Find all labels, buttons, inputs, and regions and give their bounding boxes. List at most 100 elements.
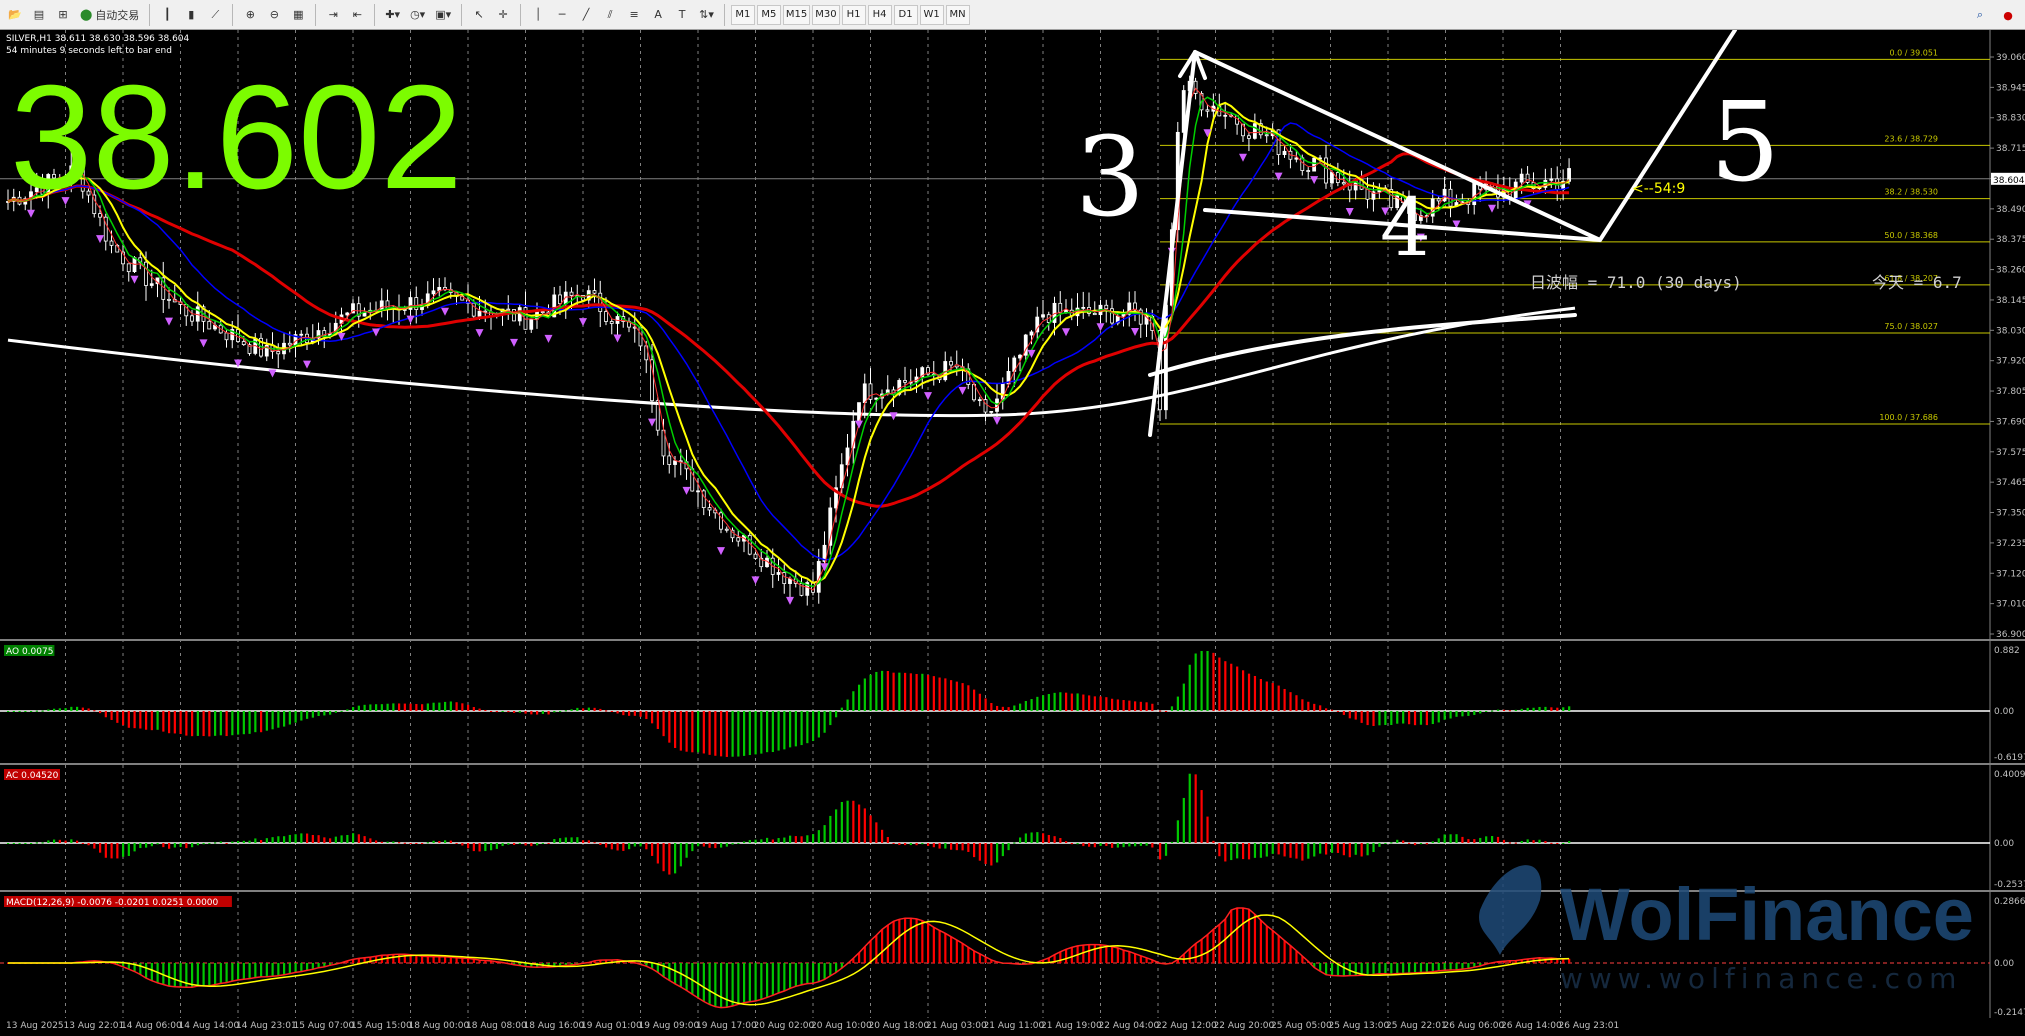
ac-panel-bar xyxy=(478,843,481,852)
ao-panel-bar xyxy=(852,691,855,711)
macd-hist-bar xyxy=(927,923,930,963)
indicators-icon[interactable]: ✚▾ xyxy=(381,4,404,26)
trendline-icon[interactable]: ╱ xyxy=(575,4,597,26)
candle-bear xyxy=(207,320,212,330)
ac-panel-bar xyxy=(64,840,67,843)
time-label: 13 Aug 2025 xyxy=(6,1021,64,1031)
ao-panel-bar xyxy=(754,711,757,755)
ac-panel-bar xyxy=(1508,842,1511,844)
ac-panel-bar xyxy=(438,841,441,843)
horizontal-line-icon[interactable]: ─ xyxy=(551,4,573,26)
autotrade-button[interactable]: ⬤ 自动交易 xyxy=(76,4,143,26)
timeframe-m5[interactable]: M5 xyxy=(756,4,781,25)
zoom-out-icon[interactable]: ⊖ xyxy=(263,4,285,26)
ma-white xyxy=(7,306,1576,418)
ac-panel-bar xyxy=(7,843,10,844)
macd-hist-bar xyxy=(1188,948,1191,963)
zoom-in-icon[interactable]: ⊕ xyxy=(239,4,261,26)
tile-windows-icon[interactable]: ▦ xyxy=(287,4,309,26)
ac-panel-bar xyxy=(432,840,435,843)
macd-line xyxy=(8,907,1570,1009)
profiles-icon[interactable]: ▤ xyxy=(28,4,50,26)
ao-panel-bar xyxy=(208,711,211,737)
ac-panel-bar xyxy=(840,801,843,843)
fractal-down-arrow xyxy=(372,328,380,337)
timeframe-d1[interactable]: D1 xyxy=(893,4,918,25)
ac-panel-bar xyxy=(472,843,475,852)
ac-panel-bar xyxy=(720,843,723,848)
ac-panel-bar xyxy=(1301,843,1304,861)
ac-panel-bar xyxy=(1277,843,1280,855)
macd-hist-bar xyxy=(1425,963,1428,973)
ac-panel-bar xyxy=(363,836,366,843)
fib-level-label: 38.2 / 38.530 xyxy=(1884,188,1938,197)
ac-panel-bar xyxy=(150,843,153,847)
candle-bull xyxy=(1549,178,1554,181)
crosshair-icon[interactable]: ✛ xyxy=(492,4,514,26)
timeframe-m15[interactable]: M15 xyxy=(782,4,811,25)
macd-hist-bar xyxy=(1122,950,1125,963)
arrows-icon[interactable]: ⇅▾ xyxy=(695,4,718,26)
candle-bear xyxy=(592,290,597,294)
ao-panel-bar xyxy=(214,711,217,736)
separator xyxy=(149,3,151,26)
ac-panel-bar xyxy=(352,833,355,843)
timeframe-h1[interactable]: H1 xyxy=(841,4,866,25)
macd-hist-bar xyxy=(1194,943,1197,963)
ao-panel-bar xyxy=(329,711,332,715)
channel-icon[interactable]: ⫽ xyxy=(599,4,621,26)
ao-panel-bar xyxy=(375,704,378,711)
candlestick-icon[interactable]: ▮ xyxy=(180,4,202,26)
autoscroll-icon[interactable]: ⇥ xyxy=(322,4,344,26)
ac-panel-bar xyxy=(1128,843,1131,847)
ao-panel-bar xyxy=(283,711,286,727)
text-label-icon[interactable]: T xyxy=(671,4,693,26)
periods-icon[interactable]: ◷▾ xyxy=(406,4,429,26)
macd-label: MACD(12,26,9) -0.0076 -0.0201 0.0251 0.0… xyxy=(6,898,219,908)
fractal-down-arrow xyxy=(96,235,104,244)
ao-panel-bar xyxy=(1047,694,1050,711)
ao-panel-bar xyxy=(685,711,688,752)
open-folder-icon[interactable]: 📂 xyxy=(4,4,26,26)
ac-panel-bar xyxy=(1443,834,1446,843)
ao-panel-bar xyxy=(1099,696,1102,711)
ao-panel-bar xyxy=(1502,709,1506,711)
chart-area[interactable]: 13 Aug 2025 13 Aug 22:0114 Aug 06:0014 Au… xyxy=(0,30,2025,1036)
data-window-icon[interactable]: ⊞ xyxy=(52,4,74,26)
ao-panel-bar xyxy=(53,708,56,711)
macd-hist-bar xyxy=(1247,909,1251,963)
ao-panel-bar xyxy=(1366,711,1369,726)
ac-panel-bar xyxy=(645,843,648,850)
ao-panel-bar xyxy=(449,701,452,711)
candle-bear xyxy=(1324,157,1328,184)
ac-panel-bar xyxy=(794,836,797,843)
timeframe-m30[interactable]: M30 xyxy=(812,4,840,25)
macd-hist-bar xyxy=(1378,963,1381,974)
text-icon[interactable]: A xyxy=(647,4,669,26)
ao-panel-bar xyxy=(1159,710,1162,712)
ao-panel-bar xyxy=(323,711,326,716)
macd-hist-bar xyxy=(1372,963,1375,975)
timeframe-w1[interactable]: W1 xyxy=(919,4,944,25)
line-chart-icon[interactable]: ⟋ xyxy=(204,4,226,26)
search-icon[interactable]: ⌕ xyxy=(1969,4,1991,26)
ac-panel-bar xyxy=(927,843,930,847)
timeframe-h4[interactable]: H4 xyxy=(867,4,892,25)
candle-bull xyxy=(345,312,350,316)
ac-panel-bar xyxy=(380,841,383,843)
ac-panel-bar xyxy=(754,839,757,843)
ac-panel-bar xyxy=(674,843,677,874)
cursor-icon[interactable]: ↖ xyxy=(468,4,490,26)
fibonacci-icon[interactable]: ≡ xyxy=(623,4,645,26)
templates-icon[interactable]: ▣▾ xyxy=(431,4,455,26)
ao-panel-bar xyxy=(697,711,700,753)
vertical-line-icon[interactable]: │ xyxy=(527,4,549,26)
bar-chart-icon[interactable]: ┃ xyxy=(156,4,178,26)
fractal-down-arrow xyxy=(1345,207,1354,216)
ac-panel-bar xyxy=(1170,841,1174,843)
timeframe-mn[interactable]: MN xyxy=(945,4,970,25)
alert-icon[interactable]: ● xyxy=(1997,4,2019,26)
chart-shift-icon[interactable]: ⇤ xyxy=(346,4,368,26)
timeframe-m1[interactable]: M1 xyxy=(730,4,755,25)
time-label: 14 Aug 23:01 xyxy=(236,1021,297,1031)
